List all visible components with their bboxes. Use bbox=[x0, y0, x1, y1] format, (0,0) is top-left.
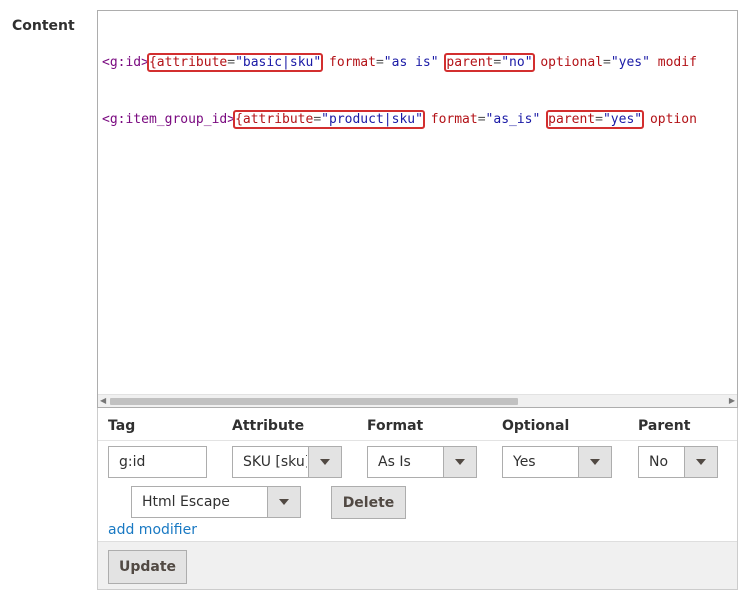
delete-modifier-button[interactable]: Delete bbox=[331, 486, 406, 519]
attribute-select-value: SKU [sku] bbox=[243, 454, 307, 470]
optional-select[interactable]: Yes bbox=[502, 446, 612, 478]
header-tag: Tag bbox=[108, 418, 136, 434]
row-editor-panel: Tag Attribute Format Optional Parent g:i… bbox=[97, 408, 738, 590]
highlight-attribute: {attribute="product|sku" bbox=[233, 110, 425, 129]
code-tag: <g:id> bbox=[102, 55, 149, 70]
highlight-parent: parent="no" bbox=[444, 53, 535, 72]
optional-select-value: Yes bbox=[513, 454, 536, 470]
highlight-parent: parent="yes" bbox=[546, 110, 645, 129]
modifier-select-value: Html Escape bbox=[142, 494, 230, 510]
chevron-down-icon bbox=[279, 499, 289, 505]
code-line-2: <g:item_group_id>{attribute="product|sku… bbox=[102, 110, 697, 129]
content-field-label: Content bbox=[12, 18, 75, 34]
code-tag: <g:item_group_id> bbox=[102, 112, 236, 127]
header-format: Format bbox=[367, 418, 424, 434]
header-divider bbox=[98, 440, 737, 441]
chevron-down-icon bbox=[590, 459, 600, 465]
header-attribute: Attribute bbox=[232, 418, 305, 434]
code-line-1: <g:id>{attribute="basic|sku" format="as … bbox=[102, 53, 697, 72]
scrollbar-thumb[interactable] bbox=[110, 398, 518, 405]
add-modifier-link[interactable]: add modifier bbox=[108, 522, 197, 538]
code-text: <g:id>{attribute="basic|sku" format="as … bbox=[102, 15, 697, 167]
chevron-down-icon bbox=[696, 459, 706, 465]
modifier-select[interactable]: Html Escape bbox=[131, 486, 301, 518]
update-button[interactable]: Update bbox=[108, 550, 187, 584]
row-editor-footer: Update bbox=[98, 541, 737, 589]
horizontal-scrollbar[interactable]: ◀ ▶ bbox=[98, 394, 737, 407]
format-select[interactable]: As Is bbox=[367, 446, 477, 478]
format-select-value: As Is bbox=[378, 454, 411, 470]
optional-select-toggle[interactable] bbox=[578, 447, 611, 477]
header-optional: Optional bbox=[502, 418, 570, 434]
parent-select-value: No bbox=[649, 454, 669, 470]
tag-input[interactable]: g:id bbox=[108, 446, 207, 478]
parent-select[interactable]: No bbox=[638, 446, 718, 478]
format-select-toggle[interactable] bbox=[443, 447, 476, 477]
chevron-down-icon bbox=[455, 459, 465, 465]
content-code-editor[interactable]: <g:id>{attribute="basic|sku" format="as … bbox=[97, 10, 738, 408]
attribute-select[interactable]: SKU [sku] bbox=[232, 446, 342, 478]
attribute-select-toggle[interactable] bbox=[308, 447, 341, 477]
chevron-down-icon bbox=[320, 459, 330, 465]
highlight-attribute: {attribute="basic|sku" bbox=[146, 53, 324, 72]
scroll-left-icon[interactable]: ◀ bbox=[100, 395, 106, 407]
header-parent: Parent bbox=[638, 418, 691, 434]
scroll-right-icon[interactable]: ▶ bbox=[729, 395, 735, 407]
modifier-select-toggle[interactable] bbox=[267, 487, 300, 517]
parent-select-toggle[interactable] bbox=[684, 447, 717, 477]
